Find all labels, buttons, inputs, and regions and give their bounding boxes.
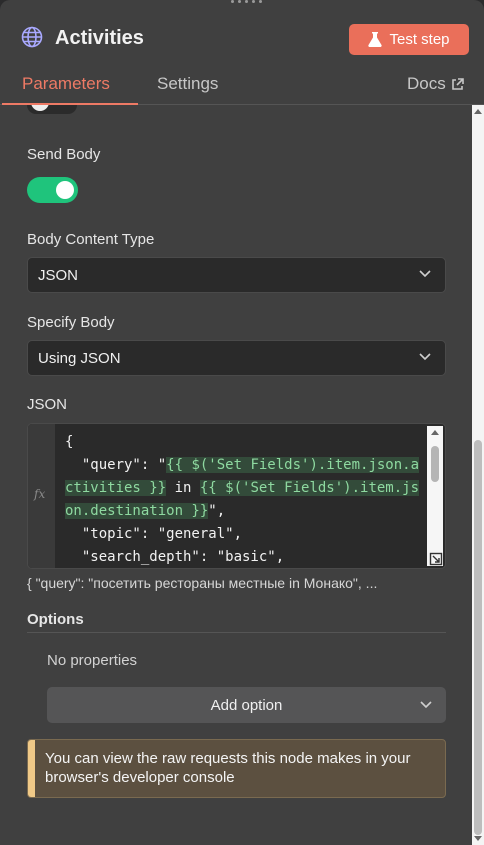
fx-icon: fx [34,487,46,501]
flask-icon [368,32,383,47]
tab-docs[interactable]: Docs [407,74,464,94]
body-content-type-value: JSON [38,266,79,284]
send-body-label: Send Body [27,146,101,163]
notice-accent [28,740,35,797]
node-panel: Activities Test step Parameters Settings… [0,0,484,845]
test-step-button[interactable]: Test step [349,24,469,55]
docs-label: Docs [407,74,446,93]
expression-gutter: fx [28,424,55,568]
options-heading: Options [27,611,84,628]
chevron-down-icon [420,701,432,709]
parameters-content: Send Body Body Content Type JSON Specify… [0,105,470,845]
scroll-thumb[interactable] [474,440,482,835]
info-notice: You can view the raw requests this node … [27,739,446,798]
external-link-icon [451,77,464,90]
json-scrollbar[interactable] [427,426,443,566]
node-title: Activities [55,27,144,49]
body-content-type-label: Body Content Type [27,231,155,248]
tab-settings[interactable]: Settings [157,74,218,94]
json-result-preview: { "query": "посетить рестораны местные i… [27,575,378,591]
toggle-previous[interactable] [27,105,77,114]
json-editor[interactable]: fx { "query": "{{ $('Set Fields').item.j… [27,423,446,569]
tab-parameters[interactable]: Parameters [22,74,110,94]
panel-scrollbar[interactable] [472,105,484,845]
json-code[interactable]: { "query": "{{ $('Set Fields').item.json… [65,431,421,568]
no-properties-text: No properties [47,652,138,669]
specify-body-value: Using JSON [38,349,121,367]
test-step-label: Test step [389,31,450,48]
add-option-label: Add option [210,696,283,714]
toggle-knob [56,181,74,199]
specify-body-label: Specify Body [27,314,115,331]
send-body-toggle[interactable] [27,177,78,203]
notice-text: You can view the raw requests this node … [45,750,411,786]
chevron-down-icon [419,353,431,361]
divider [27,632,446,633]
body-content-type-select[interactable]: JSON [27,257,446,293]
resize-icon[interactable] [429,552,443,566]
tab-bar: Parameters Settings Docs [0,68,484,105]
specify-body-select[interactable]: Using JSON [27,340,446,376]
chevron-down-icon [419,270,431,278]
globe-icon [21,26,43,48]
add-option-button[interactable]: Add option [47,687,446,723]
scroll-down-arrow[interactable] [474,836,482,841]
scroll-up-arrow[interactable] [474,109,482,114]
json-label: JSON [27,396,68,413]
